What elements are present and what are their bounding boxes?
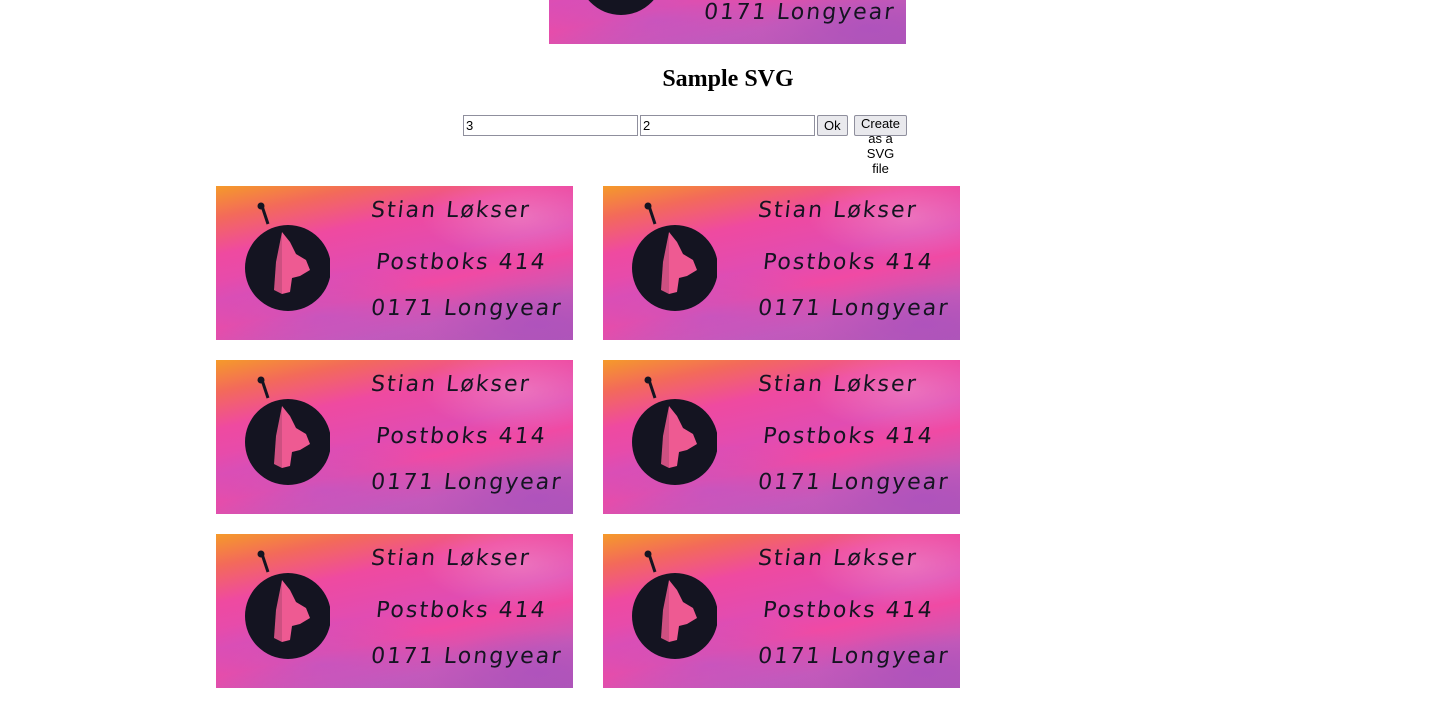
address-label: Stian Løkser Postboks 414 0171 Longyear xyxy=(603,534,960,688)
label-name: Stian Løkser xyxy=(369,372,532,397)
label-city: 0171 Longyear xyxy=(369,644,564,669)
label-city: 0171 Longyear xyxy=(756,470,951,495)
fox-astronaut-logo-icon xyxy=(632,376,717,485)
label-city: 0171 Longyear xyxy=(369,470,564,495)
rows-input[interactable] xyxy=(463,115,638,136)
label-postbox: Postboks 414 xyxy=(761,598,935,623)
address-label: Stian Løkser Postboks 414 0171 Longyear xyxy=(603,186,960,340)
fox-astronaut-logo-icon xyxy=(245,376,330,485)
create-svg-file-button[interactable]: Create as a SVG file xyxy=(854,115,908,176)
label-city: 0171 Longyear xyxy=(369,296,564,321)
label-postbox: Postboks 414 xyxy=(761,250,935,275)
address-label: Stian Løkser Postboks 414 0171 Longyear xyxy=(216,360,573,514)
label-postbox: Postboks 414 xyxy=(761,424,935,449)
fox-astronaut-logo-icon xyxy=(588,0,654,15)
address-label: Stian Løkser Postboks 414 0171 Longyear xyxy=(216,186,573,340)
label-name: Stian Løkser xyxy=(756,372,919,397)
ok-button[interactable]: Ok xyxy=(817,115,848,136)
label-city: 0171 Longyear xyxy=(756,296,951,321)
fox-astronaut-logo-icon xyxy=(245,550,330,659)
fox-astronaut-logo-icon xyxy=(245,202,330,311)
fox-astronaut-logo-icon xyxy=(632,202,717,311)
address-label: Stian Løkser Postboks 414 0171 Longyear xyxy=(603,360,960,514)
label-city: 0171 Longyear xyxy=(756,644,951,669)
label-postbox: Postboks 414 xyxy=(374,250,548,275)
label-postbox: Postboks 414 xyxy=(374,598,548,623)
label-postbox: Postboks 414 xyxy=(374,424,548,449)
label-name: Stian Løkser xyxy=(756,546,919,571)
address-label: Stian Løkser Postboks 414 0171 Longyear xyxy=(216,534,573,688)
label-city: 0171 Longyear xyxy=(702,0,897,25)
page-title: Sample SVG xyxy=(662,66,794,92)
preview-label: Stian Løkser Postboks 414 0171 Longyear xyxy=(549,0,906,44)
label-name: Stian Løkser xyxy=(369,198,532,223)
label-name: Stian Løkser xyxy=(369,546,532,571)
label-name: Stian Løkser xyxy=(756,198,919,223)
fox-astronaut-logo-icon xyxy=(632,550,717,659)
cols-input[interactable] xyxy=(640,115,815,136)
